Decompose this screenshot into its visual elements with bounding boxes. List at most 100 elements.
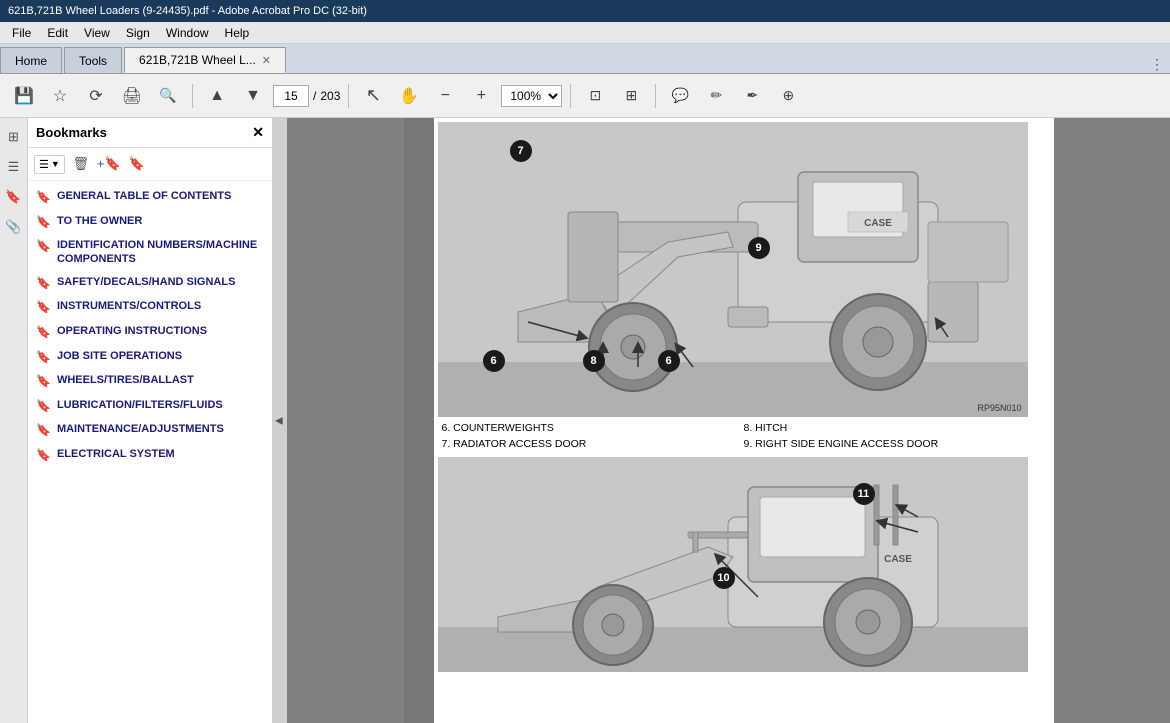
bookmark-icon-8: 🔖 — [36, 399, 51, 415]
menu-view[interactable]: View — [76, 24, 118, 42]
bookmark-item-9[interactable]: 🔖MAINTENANCE/ADJUSTMENTS — [28, 418, 272, 443]
reflow-button[interactable]: ⊞ — [615, 80, 647, 112]
separator-3 — [570, 84, 571, 108]
bookmark-label-5: OPERATING INSTRUCTIONS — [57, 324, 207, 338]
bookmark-item-3[interactable]: 🔖SAFETY/DECALS/HAND SIGNALS — [28, 271, 272, 296]
tab-close-icon[interactable]: ✕ — [262, 54, 271, 67]
tab-menu-icon[interactable]: ⋮ — [1150, 56, 1164, 73]
bookmarks-close-icon[interactable]: ✕ — [252, 124, 264, 141]
top-image: CASE — [438, 122, 1028, 417]
bookmarks-view-dropdown[interactable]: ☰ ▼ — [34, 155, 65, 174]
tab-tools[interactable]: Tools — [64, 47, 122, 73]
bookmark-label-10: ELECTRICAL SYSTEM — [57, 447, 175, 461]
caption-7: 7. RADIATOR ACCESS DOOR — [442, 437, 744, 453]
stamp-button[interactable]: ⊕ — [772, 80, 804, 112]
save-button[interactable]: 💾 — [8, 80, 40, 112]
bookmark-label-1: TO THE OWNER — [57, 214, 142, 228]
tools-icon[interactable]: ⊞ — [3, 126, 25, 148]
delete-bookmark-button[interactable]: 🗑 — [69, 152, 93, 176]
menu-edit[interactable]: Edit — [39, 24, 76, 42]
bookmark-label-4: INSTRUMENTS/CONTROLS — [57, 299, 201, 313]
zoom-in-button[interactable]: + — [465, 80, 497, 112]
callout-6-left: 6 — [483, 350, 505, 372]
page-input[interactable] — [273, 85, 309, 107]
pdf-page: CASE — [434, 118, 1054, 723]
prev-page-button[interactable]: ▲ — [201, 80, 233, 112]
callout-6-right: 6 — [658, 350, 680, 372]
zoom-out-icon[interactable]: 🔍 — [152, 80, 184, 112]
fit-page-button[interactable]: ⊡ — [579, 80, 611, 112]
comment-button[interactable]: 💬 — [664, 80, 696, 112]
bookmark-icon-3: 🔖 — [36, 276, 51, 292]
bookmarks-header: Bookmarks ✕ — [28, 118, 272, 148]
separator-2 — [348, 84, 349, 108]
bookmark-label-8: LUBRICATION/FILTERS/FLUIDS — [57, 398, 223, 412]
zoom-out-button[interactable]: − — [429, 80, 461, 112]
bookmark-item-4[interactable]: 🔖INSTRUMENTS/CONTROLS — [28, 295, 272, 320]
bookmark-icon-0: 🔖 — [36, 190, 51, 206]
zoom-select[interactable]: 100% 75% 125% 150% — [501, 85, 562, 107]
left-icon-sidebar: ⊞ ☰ 🔖 📎 — [0, 118, 28, 723]
page-sep: / — [313, 89, 316, 103]
tab-document[interactable]: 621B,721B Wheel L... ✕ — [124, 47, 286, 73]
layers-icon[interactable]: ☰ — [3, 156, 25, 178]
bookmark-item-1[interactable]: 🔖TO THE OWNER — [28, 210, 272, 235]
top-loader-svg: CASE — [438, 122, 1028, 417]
bookmark-icon-6: 🔖 — [36, 350, 51, 366]
bookmark-label-6: JOB SITE OPERATIONS — [57, 349, 182, 363]
bookmark-item-0[interactable]: 🔖GENERAL TABLE OF CONTENTS — [28, 185, 272, 210]
bookmark-item-2[interactable]: 🔖 IDENTIFICATION NUMBERS/MACHINE COMPONEN… — [28, 234, 272, 271]
print-button[interactable]: 🖨 — [116, 80, 148, 112]
bookmarks-panel: Bookmarks ✕ ☰ ▼ 🗑 +🔖 🔖 🔖GENERAL TABLE OF… — [28, 118, 273, 723]
bookmark-icon-5: 🔖 — [36, 325, 51, 341]
tab-home[interactable]: Home — [0, 47, 62, 73]
panel-collapse-handle[interactable]: ◀ — [273, 118, 287, 723]
menu-file[interactable]: File — [4, 24, 39, 42]
bookmark-label-7: WHEELS/TIRES/BALLAST — [57, 373, 194, 387]
menu-bar: File Edit View Sign Window Help — [0, 22, 1170, 44]
find-bookmark-button[interactable]: 🔖 — [125, 152, 149, 176]
tab-document-label: 621B,721B Wheel L... — [139, 53, 256, 67]
captions-area: 6. COUNTERWEIGHTS 8. HITCH 7. RADIATOR A… — [434, 417, 1054, 457]
hand-tool[interactable]: ✋ — [393, 80, 425, 112]
tab-home-label: Home — [15, 54, 47, 68]
menu-sign[interactable]: Sign — [118, 24, 158, 42]
toolbar: 💾 ☆ ⟳ 🖨 🔍 ▲ ▼ / 203 ↖ ✋ − + 100% 75% 125… — [0, 74, 1170, 118]
image-ref-top: RP95N010 — [977, 403, 1021, 413]
cloud-button[interactable]: ⟳ — [80, 80, 112, 112]
title-text: 621B,721B Wheel Loaders (9-24435).pdf - … — [8, 5, 367, 17]
bookmark-item-5[interactable]: 🔖 OPERATING INSTRUCTIONS — [28, 320, 272, 345]
next-page-button[interactable]: ▼ — [237, 80, 269, 112]
select-tool[interactable]: ↖ — [357, 80, 389, 112]
page-total: 203 — [320, 89, 340, 103]
bookmark-icon-2: 🔖 — [36, 239, 51, 255]
bookmark-item-6[interactable]: 🔖 JOB SITE OPERATIONS — [28, 345, 272, 370]
bookmarks-toolbar: ☰ ▼ 🗑 +🔖 🔖 — [28, 148, 272, 181]
bookmarks-icon[interactable]: 🔖 — [3, 186, 25, 208]
bookmarks-title: Bookmarks — [36, 125, 107, 140]
add-bookmark-button[interactable]: +🔖 — [97, 152, 121, 176]
bookmark-item-10[interactable]: 🔖 ELECTRICAL SYSTEM — [28, 443, 272, 468]
main-area: ⊞ ☰ 🔖 📎 Bookmarks ✕ ☰ ▼ 🗑 +🔖 🔖 🔖GENERAL … — [0, 118, 1170, 723]
bookmark-item-7[interactable]: 🔖WHEELS/TIRES/BALLAST — [28, 369, 272, 394]
tab-tools-label: Tools — [79, 54, 107, 68]
callout-10: 10 — [713, 567, 735, 589]
pdf-content-area[interactable]: TRIM THIS EDGE — [287, 118, 1170, 723]
bookmark-label-2: IDENTIFICATION NUMBERS/MACHINE COMPONENT… — [57, 238, 264, 267]
menu-help[interactable]: Help — [217, 24, 258, 42]
title-bar: 621B,721B Wheel Loaders (9-24435).pdf - … — [0, 0, 1170, 22]
svg-text:CASE: CASE — [864, 218, 892, 229]
signature-button[interactable]: ✒ — [736, 80, 768, 112]
menu-window[interactable]: Window — [158, 24, 217, 42]
svg-text:CASE: CASE — [884, 554, 912, 565]
bookmark-item-8[interactable]: 🔖 LUBRICATION/FILTERS/FLUIDS — [28, 394, 272, 419]
callout-11: 11 — [853, 483, 875, 505]
attachments-icon[interactable]: 📎 — [3, 216, 25, 238]
callout-9: 9 — [748, 237, 770, 259]
pen-button[interactable]: ✏ — [700, 80, 732, 112]
callout-7: 7 — [510, 140, 532, 162]
bookmark-icon-10: 🔖 — [36, 448, 51, 464]
left-margin: TRIM THIS EDGE — [404, 118, 434, 723]
bookmark-button[interactable]: ☆ — [44, 80, 76, 112]
bookmark-label-9: MAINTENANCE/ADJUSTMENTS — [57, 422, 224, 436]
